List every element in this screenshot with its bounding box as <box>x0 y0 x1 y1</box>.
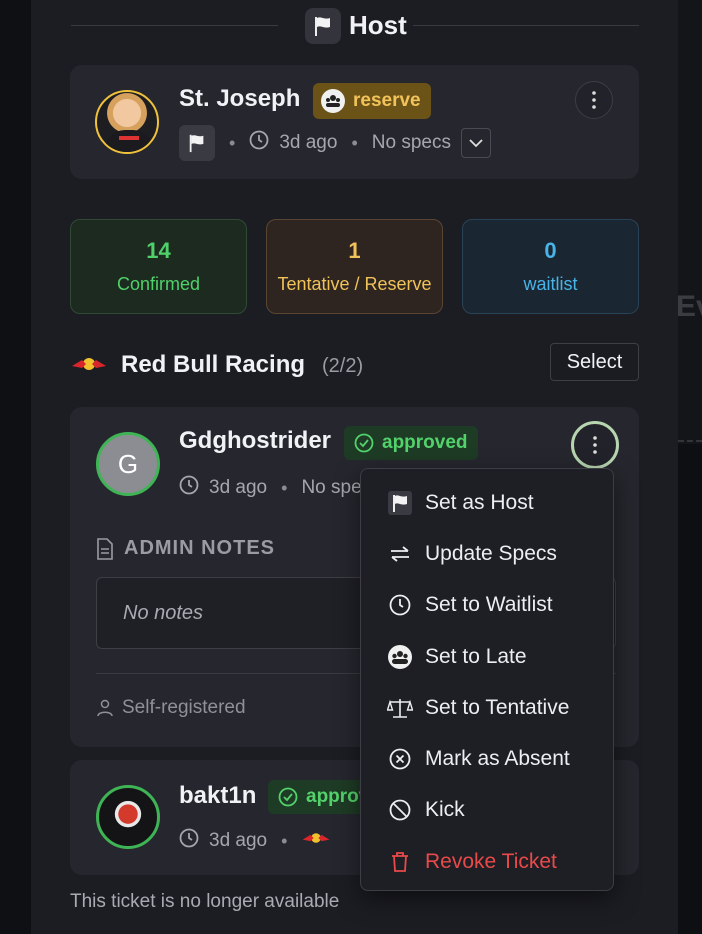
chevron-down-icon <box>469 138 483 147</box>
host-options-button[interactable] <box>575 81 613 119</box>
approved-label: approved <box>382 432 468 453</box>
tentative-label: Tentative / Reserve <box>277 274 432 294</box>
menu-item-mark-as-absent[interactable]: Mark as Absent <box>361 733 613 784</box>
host-card: St. Joseph reserve • 3d ago • No specs <box>70 65 639 179</box>
ticket-unavailable-note: This ticket is no longer available <box>70 891 340 912</box>
tentative-count: 1 <box>348 238 361 263</box>
trash-icon <box>387 851 413 873</box>
menu-item-label: Set to Late <box>425 644 527 668</box>
kebab-icon <box>593 436 597 454</box>
check-circle-icon <box>354 433 374 453</box>
participant-options-button[interactable] <box>571 421 619 469</box>
team-count: (2/2) <box>322 355 364 377</box>
host-name[interactable]: St. Joseph <box>179 85 300 113</box>
select-button[interactable]: Select <box>550 343 639 381</box>
specs-toggle[interactable] <box>460 128 491 158</box>
menu-item-set-to-waitlist[interactable]: Set to Waitlist <box>361 580 613 631</box>
red-bull-logo-icon <box>70 354 108 379</box>
host-specs: No specs <box>371 132 451 153</box>
participant-specs: No spe <box>301 477 362 498</box>
participant-meta: 3d ago • <box>179 828 331 854</box>
menu-item-label: Kick <box>425 798 465 822</box>
scale-icon <box>387 697 413 719</box>
approved-badge: approved <box>344 426 478 460</box>
team-name: Red Bull Racing <box>121 351 306 378</box>
avatar[interactable]: G <box>96 432 160 496</box>
confirmed-stat: 14 Confirmed <box>70 219 247 314</box>
separator-dot: • <box>229 132 236 153</box>
clock-icon <box>387 594 413 616</box>
clock-icon <box>249 130 269 156</box>
flag-icon <box>387 490 413 515</box>
menu-item-label: Update Specs <box>425 541 557 565</box>
user-icon <box>97 699 113 717</box>
menu-item-set-to-tentative[interactable]: Set to Tentative <box>361 682 613 733</box>
tentative-stat: 1 Tentative / Reserve <box>266 219 443 314</box>
avatar[interactable] <box>96 785 160 849</box>
kebab-icon <box>592 91 596 109</box>
menu-item-revoke-ticket[interactable]: Revoke Ticket <box>361 836 613 887</box>
check-circle-icon <box>278 787 298 807</box>
red-bull-logo-icon <box>301 830 331 852</box>
waitlist-stat: 0 waitlist <box>462 219 639 314</box>
confirmed-label: Confirmed <box>116 274 201 294</box>
participant-meta: 3d ago • No spe <box>179 475 362 501</box>
menu-item-kick[interactable]: Kick <box>361 785 613 836</box>
admin-notes-label: ADMIN NOTES <box>124 537 275 559</box>
header-divider-right <box>413 25 639 26</box>
document-icon <box>97 537 113 560</box>
background-text: Ev <box>676 290 702 323</box>
x-circle-icon <box>387 748 413 770</box>
menu-item-label: Set as Host <box>425 490 534 514</box>
right-backdrop: Ev <box>676 0 702 934</box>
reserve-label: reserve <box>353 90 421 111</box>
admin-notes-header: ADMIN NOTES <box>96 537 275 560</box>
background-block <box>678 444 702 934</box>
waitlist-count: 0 <box>544 238 557 263</box>
menu-item-set-to-late[interactable]: Set to Late <box>361 631 613 682</box>
separator-dot: • <box>351 132 358 153</box>
header-divider-left <box>71 25 278 26</box>
team-header: Red Bull Racing (2/2) Select <box>70 343 639 386</box>
menu-item-set-as-host[interactable]: Set as Host <box>361 477 613 528</box>
participant-time: 3d ago <box>209 477 268 498</box>
menu-item-label: Mark as Absent <box>425 747 570 771</box>
flag-icon <box>179 125 215 161</box>
late-icon <box>387 644 413 670</box>
registration-info: Self-registered <box>96 697 246 719</box>
left-backdrop <box>0 0 31 934</box>
background-divider <box>678 440 702 442</box>
host-time: 3d ago <box>279 132 338 153</box>
avatar[interactable] <box>95 90 159 154</box>
host-meta: • 3d ago • No specs <box>179 125 491 161</box>
ban-icon <box>387 799 413 821</box>
section-title: Host <box>349 10 407 40</box>
host-section-header: Host <box>71 4 639 44</box>
clock-icon <box>179 828 199 854</box>
swap-arrows-icon <box>387 545 413 563</box>
waitlist-label: waitlist <box>523 274 578 294</box>
separator-dot: • <box>281 477 288 498</box>
separator-dot: • <box>281 830 288 851</box>
participant-time: 3d ago <box>209 830 268 851</box>
late-icon <box>321 89 345 113</box>
clock-icon <box>179 475 199 501</box>
flag-icon <box>305 8 341 44</box>
menu-item-label: Set to Waitlist <box>425 593 553 617</box>
reserve-badge: reserve <box>313 83 431 119</box>
participant-name[interactable]: Gdghostrider <box>179 427 331 455</box>
participant-name[interactable]: bakt1n <box>179 782 256 810</box>
confirmed-count: 14 <box>146 238 171 263</box>
menu-item-update-specs[interactable]: Update Specs <box>361 528 613 579</box>
participant-actions-menu: Set as Host Update Specs Set to Waitlist… <box>360 468 614 891</box>
registration-label: Self-registered <box>122 697 246 718</box>
menu-item-label: Set to Tentative <box>425 695 570 719</box>
menu-item-label: Revoke Ticket <box>425 849 557 873</box>
